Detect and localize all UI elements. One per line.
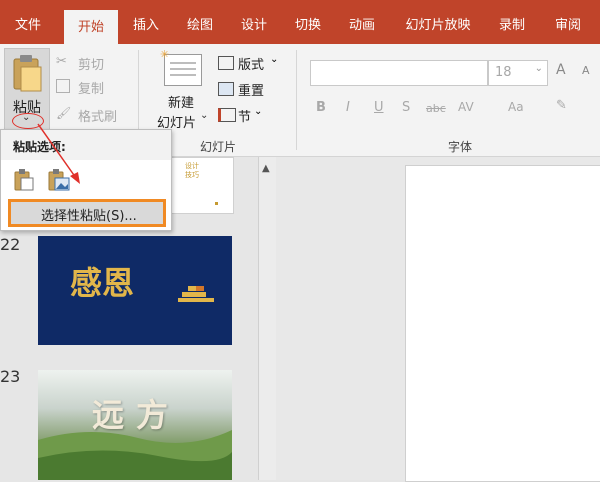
font-group-label: 字体 xyxy=(448,140,473,154)
tab-slideshow[interactable]: 幻灯片放映 xyxy=(394,0,482,44)
slide-number: 23 xyxy=(0,367,21,386)
slide-thumbnail-22[interactable]: 感恩 xyxy=(38,236,232,345)
cut-button[interactable]: 剪切 xyxy=(78,54,104,73)
copy-button[interactable]: 复制 xyxy=(78,78,104,97)
current-slide-canvas[interactable] xyxy=(405,165,600,482)
bold-button[interactable]: B xyxy=(316,100,326,115)
font-size-value: 18 xyxy=(495,65,512,80)
layout-icon xyxy=(218,56,234,70)
strikethrough-button[interactable]: abc xyxy=(426,102,446,115)
shrink-font-button[interactable]: A xyxy=(582,64,590,77)
slide-number: 22 xyxy=(0,235,21,254)
new-slide-icon xyxy=(164,54,202,86)
tab-file[interactable]: 文件 xyxy=(4,0,52,44)
brush-icon: 🖌 xyxy=(56,106,72,120)
shadow-button[interactable]: S xyxy=(402,100,410,115)
tab-record[interactable]: 录制 xyxy=(488,0,536,44)
clear-format-icon[interactable]: ✎ xyxy=(556,98,567,113)
chevron-down-icon: ⌄ xyxy=(254,106,263,117)
tab-draw[interactable]: 绘图 xyxy=(176,0,224,44)
slide-thumbnail-23[interactable]: 远方 xyxy=(38,370,232,480)
section-button[interactable]: 节 xyxy=(238,106,251,125)
paste-special-item[interactable]: 选择性粘贴(S)... xyxy=(8,199,166,227)
underline-button[interactable]: U xyxy=(374,100,384,115)
slide-22-title: 感恩 xyxy=(70,264,135,302)
chevron-down-icon: ⌄ xyxy=(200,110,209,121)
scroll-up-arrow-icon[interactable]: ▲ xyxy=(262,163,270,174)
sparkle-icon: ✳ xyxy=(160,48,170,61)
slide-23-title: 远方 xyxy=(92,396,181,434)
new-slide-label-line1[interactable]: 新建 xyxy=(168,92,194,111)
tab-review[interactable]: 审阅 xyxy=(544,0,592,44)
char-spacing-button[interactable]: AV xyxy=(458,100,474,114)
group-divider xyxy=(296,50,297,150)
chevron-down-icon: ⌄ xyxy=(270,54,279,65)
thumbnail-scrollbar[interactable]: ▲ xyxy=(258,157,278,480)
layout-button[interactable]: 版式 xyxy=(238,54,264,73)
scissors-icon: ✂ xyxy=(56,54,67,69)
tab-insert[interactable]: 插入 xyxy=(122,0,170,44)
slide-21-mini-text: 设计 技巧 xyxy=(185,162,199,179)
paste-special-label: 选择性粘贴(S)... xyxy=(41,209,137,224)
tab-home[interactable]: 开始 xyxy=(64,10,118,44)
font-family-select[interactable] xyxy=(310,60,488,86)
tab-animations[interactable]: 动画 xyxy=(338,0,386,44)
reset-icon xyxy=(218,82,234,96)
annotation-arrow xyxy=(37,123,80,184)
grow-font-button[interactable]: A xyxy=(556,62,566,78)
slides-group-label: 幻灯片 xyxy=(200,140,237,154)
clipboard-icon xyxy=(13,55,42,92)
tab-transitions[interactable]: 切换 xyxy=(284,0,332,44)
change-case-button[interactable]: Aa xyxy=(508,100,524,114)
reset-button[interactable]: 重置 xyxy=(238,80,264,99)
slide-thumbnail-21[interactable]: 设计 技巧 xyxy=(170,157,234,214)
section-icon xyxy=(218,108,236,122)
copy-icon xyxy=(56,79,70,93)
ribbon-tab-bar: 文件 开始 插入 绘图 设计 切换 动画 幻灯片放映 录制 审阅 xyxy=(0,0,600,44)
chevron-down-icon: ⌄ xyxy=(534,63,543,74)
tab-design[interactable]: 设计 xyxy=(230,0,278,44)
font-size-select[interactable]: 18 ⌄ xyxy=(488,60,548,86)
italic-button[interactable]: I xyxy=(346,100,350,115)
